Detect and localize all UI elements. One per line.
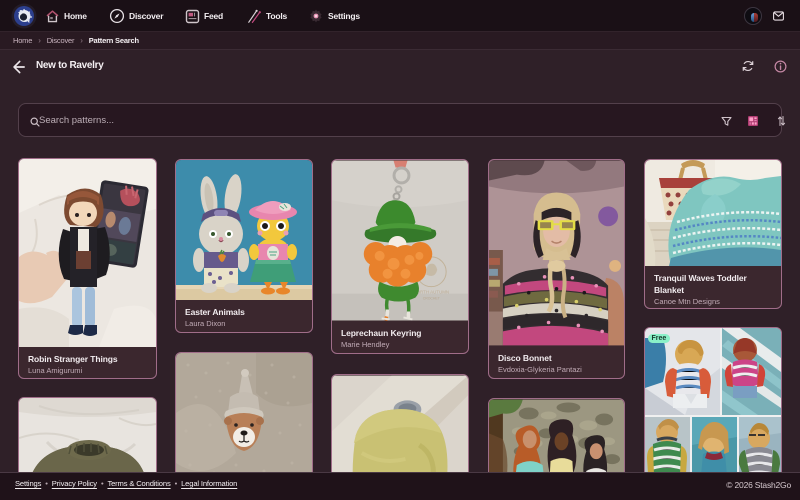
svg-text:CROCHET: CROCHET	[423, 297, 441, 301]
